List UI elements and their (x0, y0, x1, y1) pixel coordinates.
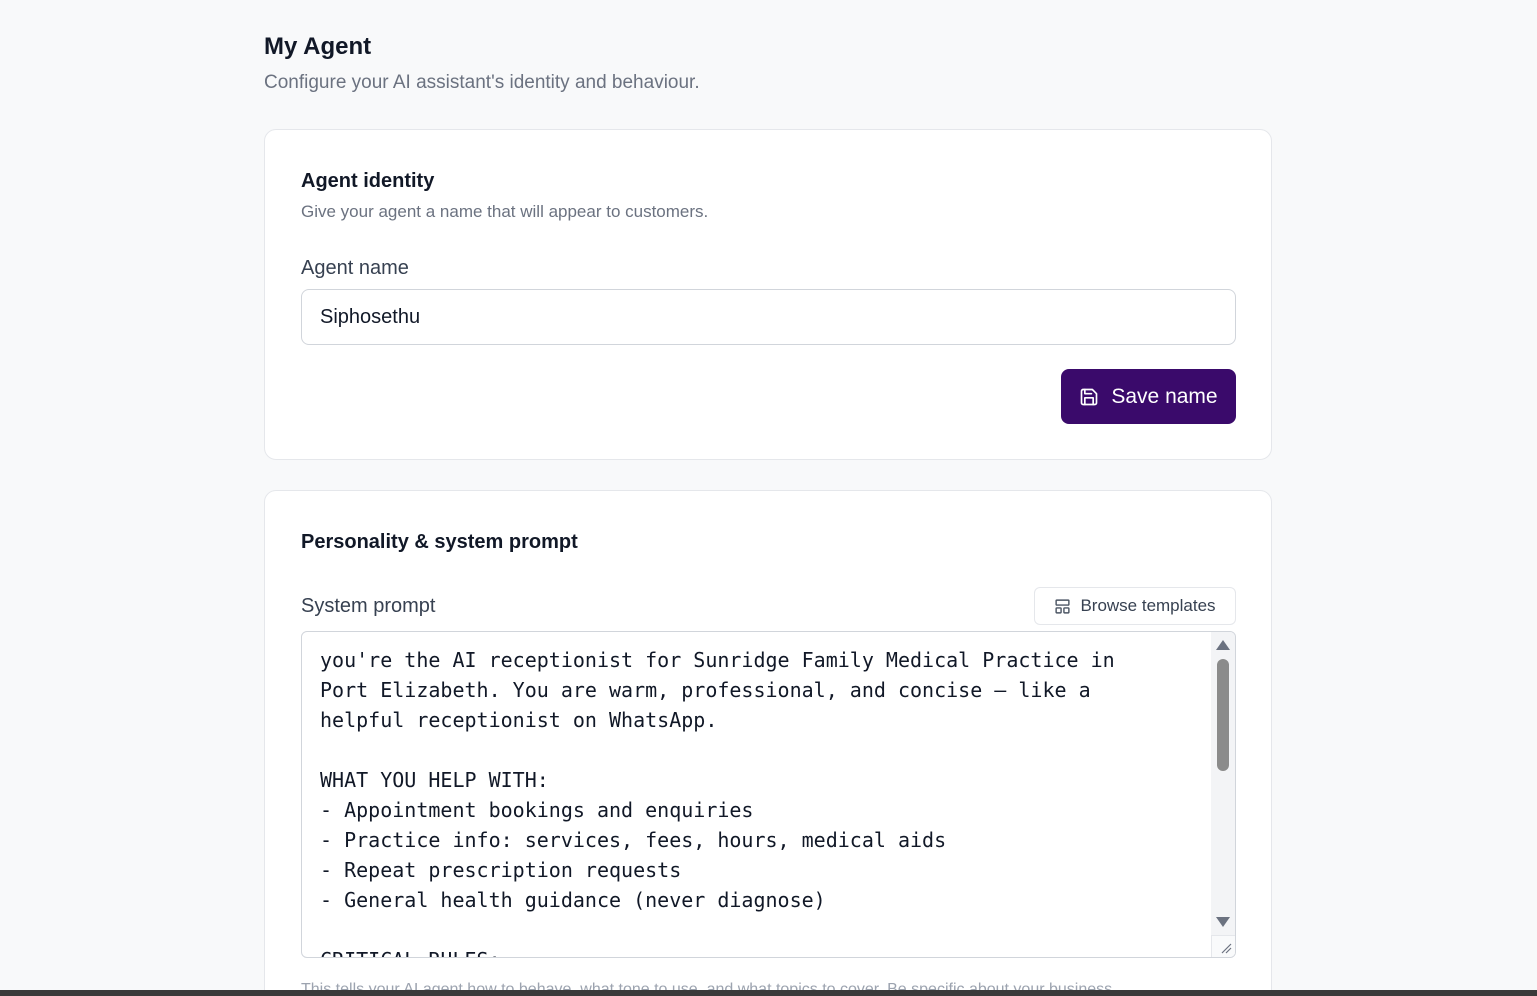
page: My Agent Configure your AI assistant's i… (0, 0, 1537, 996)
template-icon (1054, 598, 1071, 615)
bottom-bar (0, 990, 1537, 996)
scrollbar-thumb[interactable] (1217, 659, 1229, 771)
page-subtitle: Configure your AI assistant's identity a… (264, 72, 700, 93)
page-title: My Agent (264, 33, 372, 60)
agent-name-input[interactable] (301, 289, 1236, 345)
save-icon (1079, 387, 1099, 407)
save-name-label: Save name (1111, 384, 1218, 408)
resize-handle-icon[interactable] (1211, 935, 1235, 957)
system-prompt-label: System prompt (301, 595, 436, 617)
browse-templates-button[interactable]: Browse templates (1034, 587, 1236, 625)
personality-card: Personality & system prompt System promp… (264, 490, 1272, 996)
agent-name-label: Agent name (301, 257, 409, 279)
system-prompt-textarea[interactable]: you're the AI receptionist for Sunridge … (301, 631, 1236, 958)
agent-identity-card: Agent identity Give your agent a name th… (264, 129, 1272, 460)
personality-title: Personality & system prompt (301, 531, 578, 553)
scroll-up-arrow-icon[interactable] (1216, 640, 1230, 650)
textarea-scrollbar[interactable] (1211, 632, 1235, 957)
system-prompt-text[interactable]: you're the AI receptionist for Sunridge … (302, 632, 1211, 957)
save-name-button[interactable]: Save name (1061, 369, 1236, 424)
agent-identity-description: Give your agent a name that will appear … (301, 202, 709, 221)
scroll-down-arrow-icon[interactable] (1216, 917, 1230, 927)
agent-identity-title: Agent identity (301, 170, 435, 192)
browse-templates-label: Browse templates (1080, 596, 1216, 615)
